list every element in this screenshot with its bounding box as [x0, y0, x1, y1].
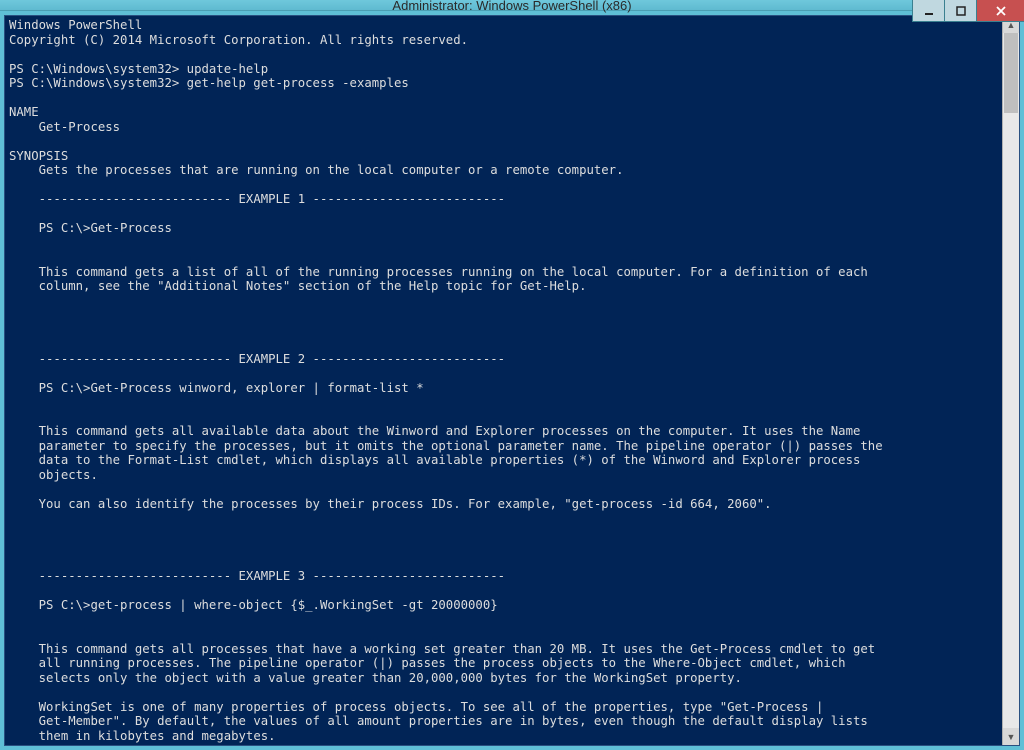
titlebar[interactable]: Administrator: Windows PowerShell (x86) [0, 0, 1024, 11]
close-button[interactable] [976, 0, 1024, 22]
scroll-track[interactable] [1003, 33, 1019, 728]
window-title: Administrator: Windows PowerShell (x86) [392, 0, 631, 13]
vertical-scrollbar[interactable]: ▲ ▼ [1002, 16, 1019, 745]
minimize-button[interactable] [912, 0, 944, 22]
scroll-down-button[interactable]: ▼ [1003, 728, 1019, 745]
terminal-output[interactable]: Windows PowerShell Copyright (C) 2014 Mi… [5, 16, 1002, 745]
minimize-icon [924, 6, 934, 16]
scroll-thumb[interactable] [1004, 33, 1018, 113]
window-controls [912, 0, 1024, 22]
maximize-button[interactable] [944, 0, 976, 22]
terminal-container: Windows PowerShell Copyright (C) 2014 Mi… [4, 15, 1020, 746]
chevron-down-icon: ▼ [1007, 732, 1016, 742]
maximize-icon [956, 6, 966, 16]
powershell-window: Administrator: Windows PowerShell (x86) … [0, 0, 1024, 750]
window-body: Windows PowerShell Copyright (C) 2014 Mi… [0, 11, 1024, 750]
close-icon [995, 5, 1007, 17]
